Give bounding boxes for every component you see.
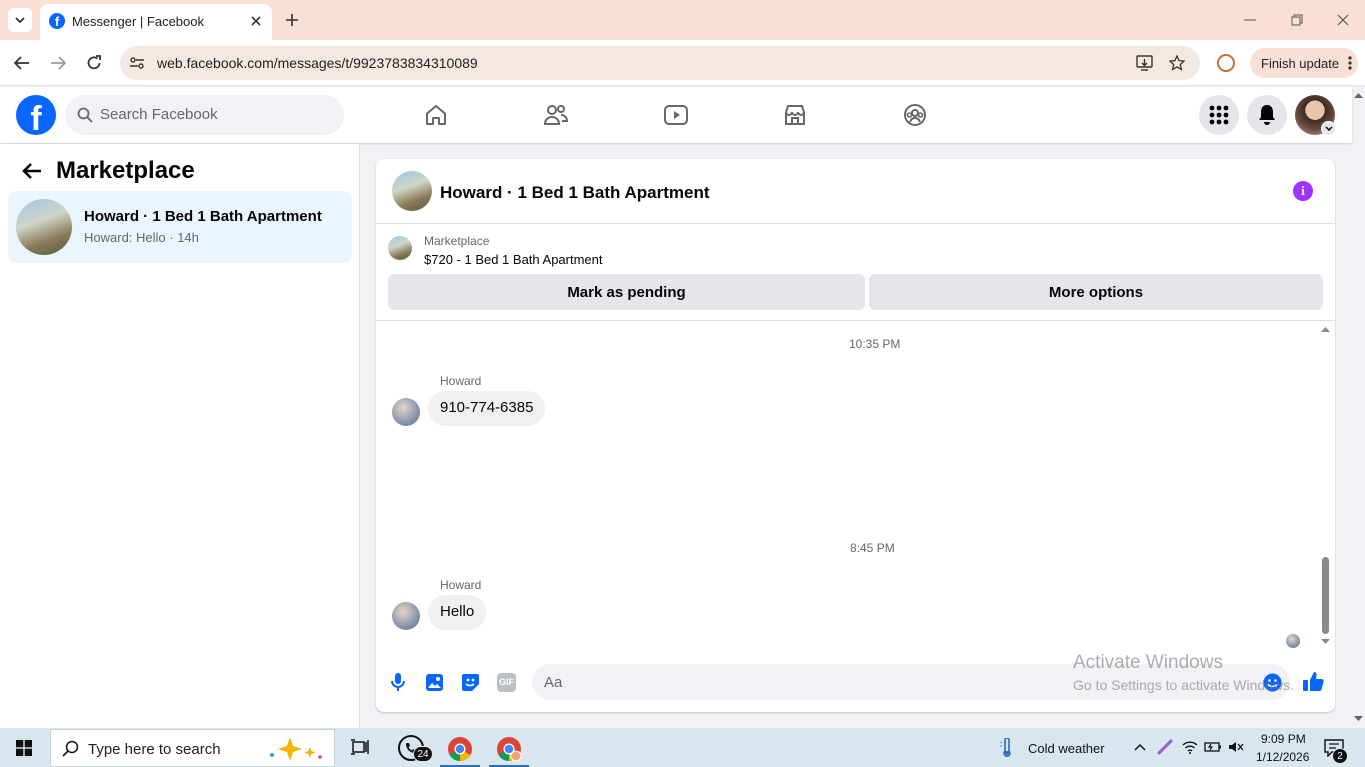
sticker-icon[interactable] [461,673,480,692]
chat-header-thumbnail[interactable] [392,171,432,211]
listing-small-thumbnail [388,236,412,260]
photo-icon[interactable] [425,673,444,692]
gif-button[interactable]: GIF [497,673,516,692]
mark-as-pending-button[interactable]: Mark as pending [388,274,865,310]
install-app-icon[interactable] [1136,55,1153,71]
weather-icon[interactable] [998,738,1018,758]
chevron-down-icon [1324,125,1333,131]
microphone-icon[interactable] [390,672,406,692]
conversation-item[interactable]: Howard · 1 Bed 1 Bath Apartment Howard: … [8,191,352,263]
sender-avatar[interactable] [392,398,420,426]
account-menu-button[interactable] [1321,121,1336,136]
weather-text[interactable]: Cold weather [1028,741,1105,756]
finish-update-label: Finish update [1261,55,1340,71]
message-input-placeholder: Aa [544,674,563,691]
activate-windows-title: Activate Windows [1073,652,1223,673]
forward-icon[interactable] [50,56,66,70]
home-icon[interactable] [424,103,448,127]
clock-date[interactable]: 1/12/2026 [1256,750,1309,764]
page-scroll-up-icon[interactable] [1354,92,1363,98]
search-icon [77,107,93,123]
profile-icon[interactable] [1217,54,1235,72]
activate-windows-subtitle: Go to Settings to activate Windows. [1073,677,1294,693]
whatsapp-badge: 24 [413,746,433,762]
clock-time[interactable]: 9:09 PM [1261,732,1306,746]
wifi-icon[interactable] [1182,740,1198,754]
listing-category: Marketplace [424,234,490,248]
taskbar-search[interactable]: Type here to search [50,729,335,767]
video-icon[interactable] [663,103,689,127]
scroll-up-icon[interactable] [1321,326,1330,332]
copilot-sparkle-icon[interactable] [264,735,326,763]
browser-tab[interactable]: f Messenger | Facebook [40,4,272,40]
message-sender: Howard [440,374,482,388]
message-timestamp: 8:45 PM [850,541,895,555]
pen-icon[interactable] [1157,739,1173,755]
facebook-search[interactable]: Search Facebook [65,95,344,135]
battery-icon[interactable] [1204,741,1222,753]
more-options-button[interactable]: More options [869,274,1323,310]
back-arrow-icon[interactable] [22,162,42,180]
volume-muted-icon[interactable] [1228,740,1244,754]
groups-icon[interactable] [903,103,927,127]
scroll-down-icon[interactable] [1321,639,1330,645]
chevron-down-icon [15,17,25,24]
sender-avatar[interactable] [392,602,420,630]
minimize-icon[interactable] [1244,19,1256,21]
pane-title: Marketplace [56,157,195,184]
finish-update-button[interactable]: Finish update [1250,48,1358,78]
listing-thumbnail [16,199,72,255]
chat-panel [376,159,1335,712]
tab-title: Messenger | Facebook [72,14,204,29]
conversation-preview: Howard: Hello · 14h [84,230,199,245]
grid-menu-icon [1209,105,1229,125]
tab-list-button[interactable] [8,8,32,32]
message-timestamp: 10:35 PM [849,337,901,351]
bookmark-star-icon[interactable] [1169,55,1185,71]
marketplace-icon[interactable] [783,103,807,127]
chevron-up-icon[interactable] [1134,743,1146,751]
back-icon[interactable] [14,56,30,70]
facebook-favicon-icon: f [49,13,65,29]
facebook-logo-icon[interactable]: f [16,95,56,135]
listing-divider [376,320,1335,321]
info-icon[interactable]: i [1293,181,1313,201]
friends-icon[interactable] [543,103,569,127]
windows-start-icon[interactable] [16,740,32,756]
notifications-button[interactable] [1247,95,1287,135]
menu-button[interactable] [1199,95,1239,135]
listing-price-title[interactable]: $720 - 1 Bed 1 Bath Apartment [424,252,603,267]
task-view-icon[interactable] [350,738,370,756]
url-text[interactable]: web.facebook.com/messages/t/992378383431… [157,55,478,71]
page-scroll-down-icon[interactable] [1354,716,1363,722]
chrome-icon[interactable] [447,736,473,762]
restore-icon[interactable] [1291,14,1303,26]
more-vert-icon [1348,56,1352,70]
message-bubble[interactable]: Hello [428,595,487,630]
new-tab-icon[interactable] [285,13,299,27]
chrome-profile-icon[interactable] [496,736,522,762]
site-settings-icon[interactable] [129,55,145,71]
conversation-name: Howard · 1 Bed 1 Bath Apartment [84,208,322,225]
seen-receipt-avatar [1286,634,1300,648]
message-sender: Howard [440,578,482,592]
reload-icon[interactable] [86,55,102,71]
bell-icon [1259,105,1275,125]
search-placeholder: Search Facebook [100,106,218,123]
close-tab-icon[interactable] [250,15,262,27]
close-window-icon[interactable] [1337,14,1349,26]
message-bubble[interactable]: 910-774-6385 [428,391,546,426]
chat-scrollbar-thumb[interactable] [1322,557,1329,634]
notification-count-badge: 2 [1332,748,1348,764]
taskbar-search-placeholder: Type here to search [88,741,221,758]
header-divider [376,223,1335,224]
chat-header-title[interactable]: Howard · 1 Bed 1 Bath Apartment [440,183,710,203]
search-icon [62,740,79,757]
